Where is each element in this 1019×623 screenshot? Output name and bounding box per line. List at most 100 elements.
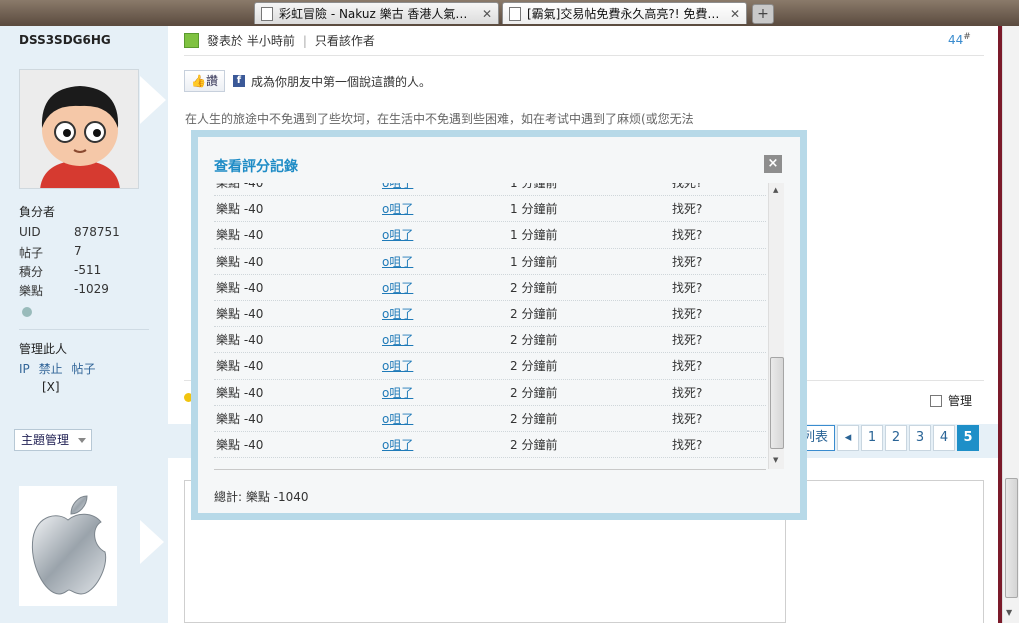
prev-page-button[interactable]: ◂ [837,425,860,451]
rater-link[interactable]: o咀了 [382,279,510,296]
manage-checkbox[interactable] [930,394,942,407]
divider [214,469,766,470]
page-2-button[interactable]: 2 [885,425,908,451]
page-5-button[interactable]: 5 [957,425,980,451]
tab-title: 彩虹冒險 - Nakuz 樂古 香港人氣網... [279,7,478,21]
stat-value: -511 [74,263,102,277]
rater-link[interactable]: o咀了 [382,226,510,243]
rating-reason: 找死? [672,437,703,452]
rating-reason: 找死? [672,333,703,348]
author-username[interactable]: DSS3SDG6HG [19,33,111,47]
rating-score: 樂點 -40 [216,385,264,400]
theme-manage-dropdown[interactable]: 主題管理 [14,429,93,451]
rater-link[interactable]: o咀了 [382,357,510,374]
close-tab-icon[interactable]: ✕ [482,7,492,21]
scroll-down-icon[interactable]: ▼ [1006,608,1012,617]
manage-close-link[interactable]: [X] [42,380,60,394]
posted-time: 發表於 半小時前 [207,34,295,48]
page-3-button[interactable]: 3 [909,425,932,451]
rating-score: 樂點 -40 [216,202,264,217]
list-scrollbar[interactable]: ▲ ▼ [768,183,784,469]
table-row: 樂點 -40 o咀了 2 分鐘前 找死? [214,432,766,459]
table-row: 樂點 -40 o咀了 2 分鐘前 找死? [214,380,766,406]
close-tab-icon[interactable]: ✕ [730,7,740,21]
browser-tab-strip: 彩虹冒險 - Nakuz 樂古 香港人氣網... ✕ [霸氣]交易帖免費永久高亮… [0,0,1019,26]
stat-value: 878751 [74,225,120,239]
rating-time: 2 分鐘前 [510,280,558,295]
page-icon [509,6,521,21]
table-row: 樂點 -40 o咀了 1 分鐘前 找死? [214,196,766,223]
table-row: 樂點 -40 o咀了 2 分鐘前 找死? [214,406,766,432]
floor-sup: # [963,32,971,42]
rating-reason: 找死? [672,359,703,374]
manage-user-label: 管理此人 [19,342,68,356]
rating-time: 1 分鐘前 [510,228,558,243]
rater-link[interactable]: o咀了 [382,305,510,322]
table-row: 樂點 -40 o咀了 2 分鐘前 找死? [214,327,766,354]
rating-score: 樂點 -40 [216,228,264,243]
like-label: 讚 [205,74,218,88]
rating-reason: 找死? [672,228,703,243]
online-status-icon [22,307,32,317]
theme-manage-label: 主題管理 [21,433,70,447]
user-stats: UID 878751 帖子 7 積分 -511 樂點 -1029 [19,225,120,301]
rating-time: 2 分鐘前 [510,333,558,348]
scrollbar-thumb[interactable] [770,357,784,449]
rater-link[interactable]: o咀了 [382,410,510,427]
rater-link[interactable]: o咀了 [382,384,510,401]
post-body: 在人生的旅途中不免遇到了些坎坷，在生活中不免遇到些困难，如在考试中遇到了麻烦(或… [185,112,694,126]
like-button[interactable]: 👍讚 [184,70,225,92]
speech-notch [140,520,164,564]
rating-time: 1 分鐘前 [510,254,558,269]
only-author-link[interactable]: 只看該作者 [315,32,375,49]
reply-side-panel [786,480,984,623]
user-title: 負分者 [19,205,56,219]
ip-link[interactable]: IP [19,362,30,376]
post-status-icon [184,33,199,48]
browser-tab-2[interactable]: [霸氣]交易帖免費永久高亮?! 免費取... ✕ [502,2,747,24]
manage-label: 管理 [948,394,973,408]
rater-link[interactable]: o咀了 [382,436,510,453]
rating-reason: 找死? [672,202,703,217]
browser-tab-1[interactable]: 彩虹冒險 - Nakuz 樂古 香港人氣網... ✕ [254,2,499,24]
avatar-apple[interactable] [19,486,117,606]
stat-key: 樂點 [19,284,44,298]
close-icon[interactable]: × [764,155,782,173]
stat-value[interactable]: 7 [74,244,82,263]
page-4-button[interactable]: 4 [933,425,956,451]
post-header: 發表於 半小時前 | 只看該作者 [184,32,375,49]
scroll-up-icon[interactable]: ▲ [773,186,778,194]
floor-number[interactable]: 44# [948,32,971,47]
posts-link[interactable]: 帖子 [71,362,95,376]
new-tab-button[interactable]: + [752,4,774,24]
post-manage[interactable]: 管理 [930,392,972,409]
divider [184,55,984,56]
stat-key: UID [19,225,41,239]
rating-time: 2 分鐘前 [510,437,558,452]
floor-value[interactable]: 44 [948,33,963,47]
rating-list[interactable]: 樂點 -40 o咀了 1 分鐘前 找死? 樂點 -40 o咀了 1 分鐘前 找死? 樂點 -40… [214,183,784,469]
rating-reason: 找死? [672,385,703,400]
rating-score: 樂點 -40 [216,280,264,295]
stat-row: UID 878751 [19,225,120,244]
rating-rows: 樂點 -40 o咀了 1 分鐘前 找死? 樂點 -40 o咀了 1 分鐘前 找死? 樂點 -40… [214,183,766,459]
rater-link[interactable]: o咀了 [382,331,510,348]
rating-score: 樂點 -40 [216,437,264,452]
rating-reason: 找死? [672,254,703,269]
dialog-title: 查看評分記錄 [214,159,298,175]
page-scrollbar[interactable]: ▼ [1002,26,1019,623]
rating-time: 2 分鐘前 [510,359,558,374]
page-1-button[interactable]: 1 [861,425,884,451]
tab-title: [霸氣]交易帖免費永久高亮?! 免費取... [527,7,726,21]
stat-key: 積分 [19,265,44,279]
avatar[interactable] [19,69,139,189]
rater-link[interactable]: o咀了 [382,183,510,191]
rater-link[interactable]: o咀了 [382,253,510,270]
stat-row: 帖子 7 [19,244,120,263]
scrollbar-thumb[interactable] [1005,478,1018,598]
table-row: 樂點 -40 o咀了 2 分鐘前 找死? [214,353,766,380]
ban-link[interactable]: 禁止 [39,362,63,376]
scroll-down-icon[interactable]: ▼ [773,456,778,464]
rating-time: 2 分鐘前 [510,307,558,322]
rater-link[interactable]: o咀了 [382,200,510,217]
